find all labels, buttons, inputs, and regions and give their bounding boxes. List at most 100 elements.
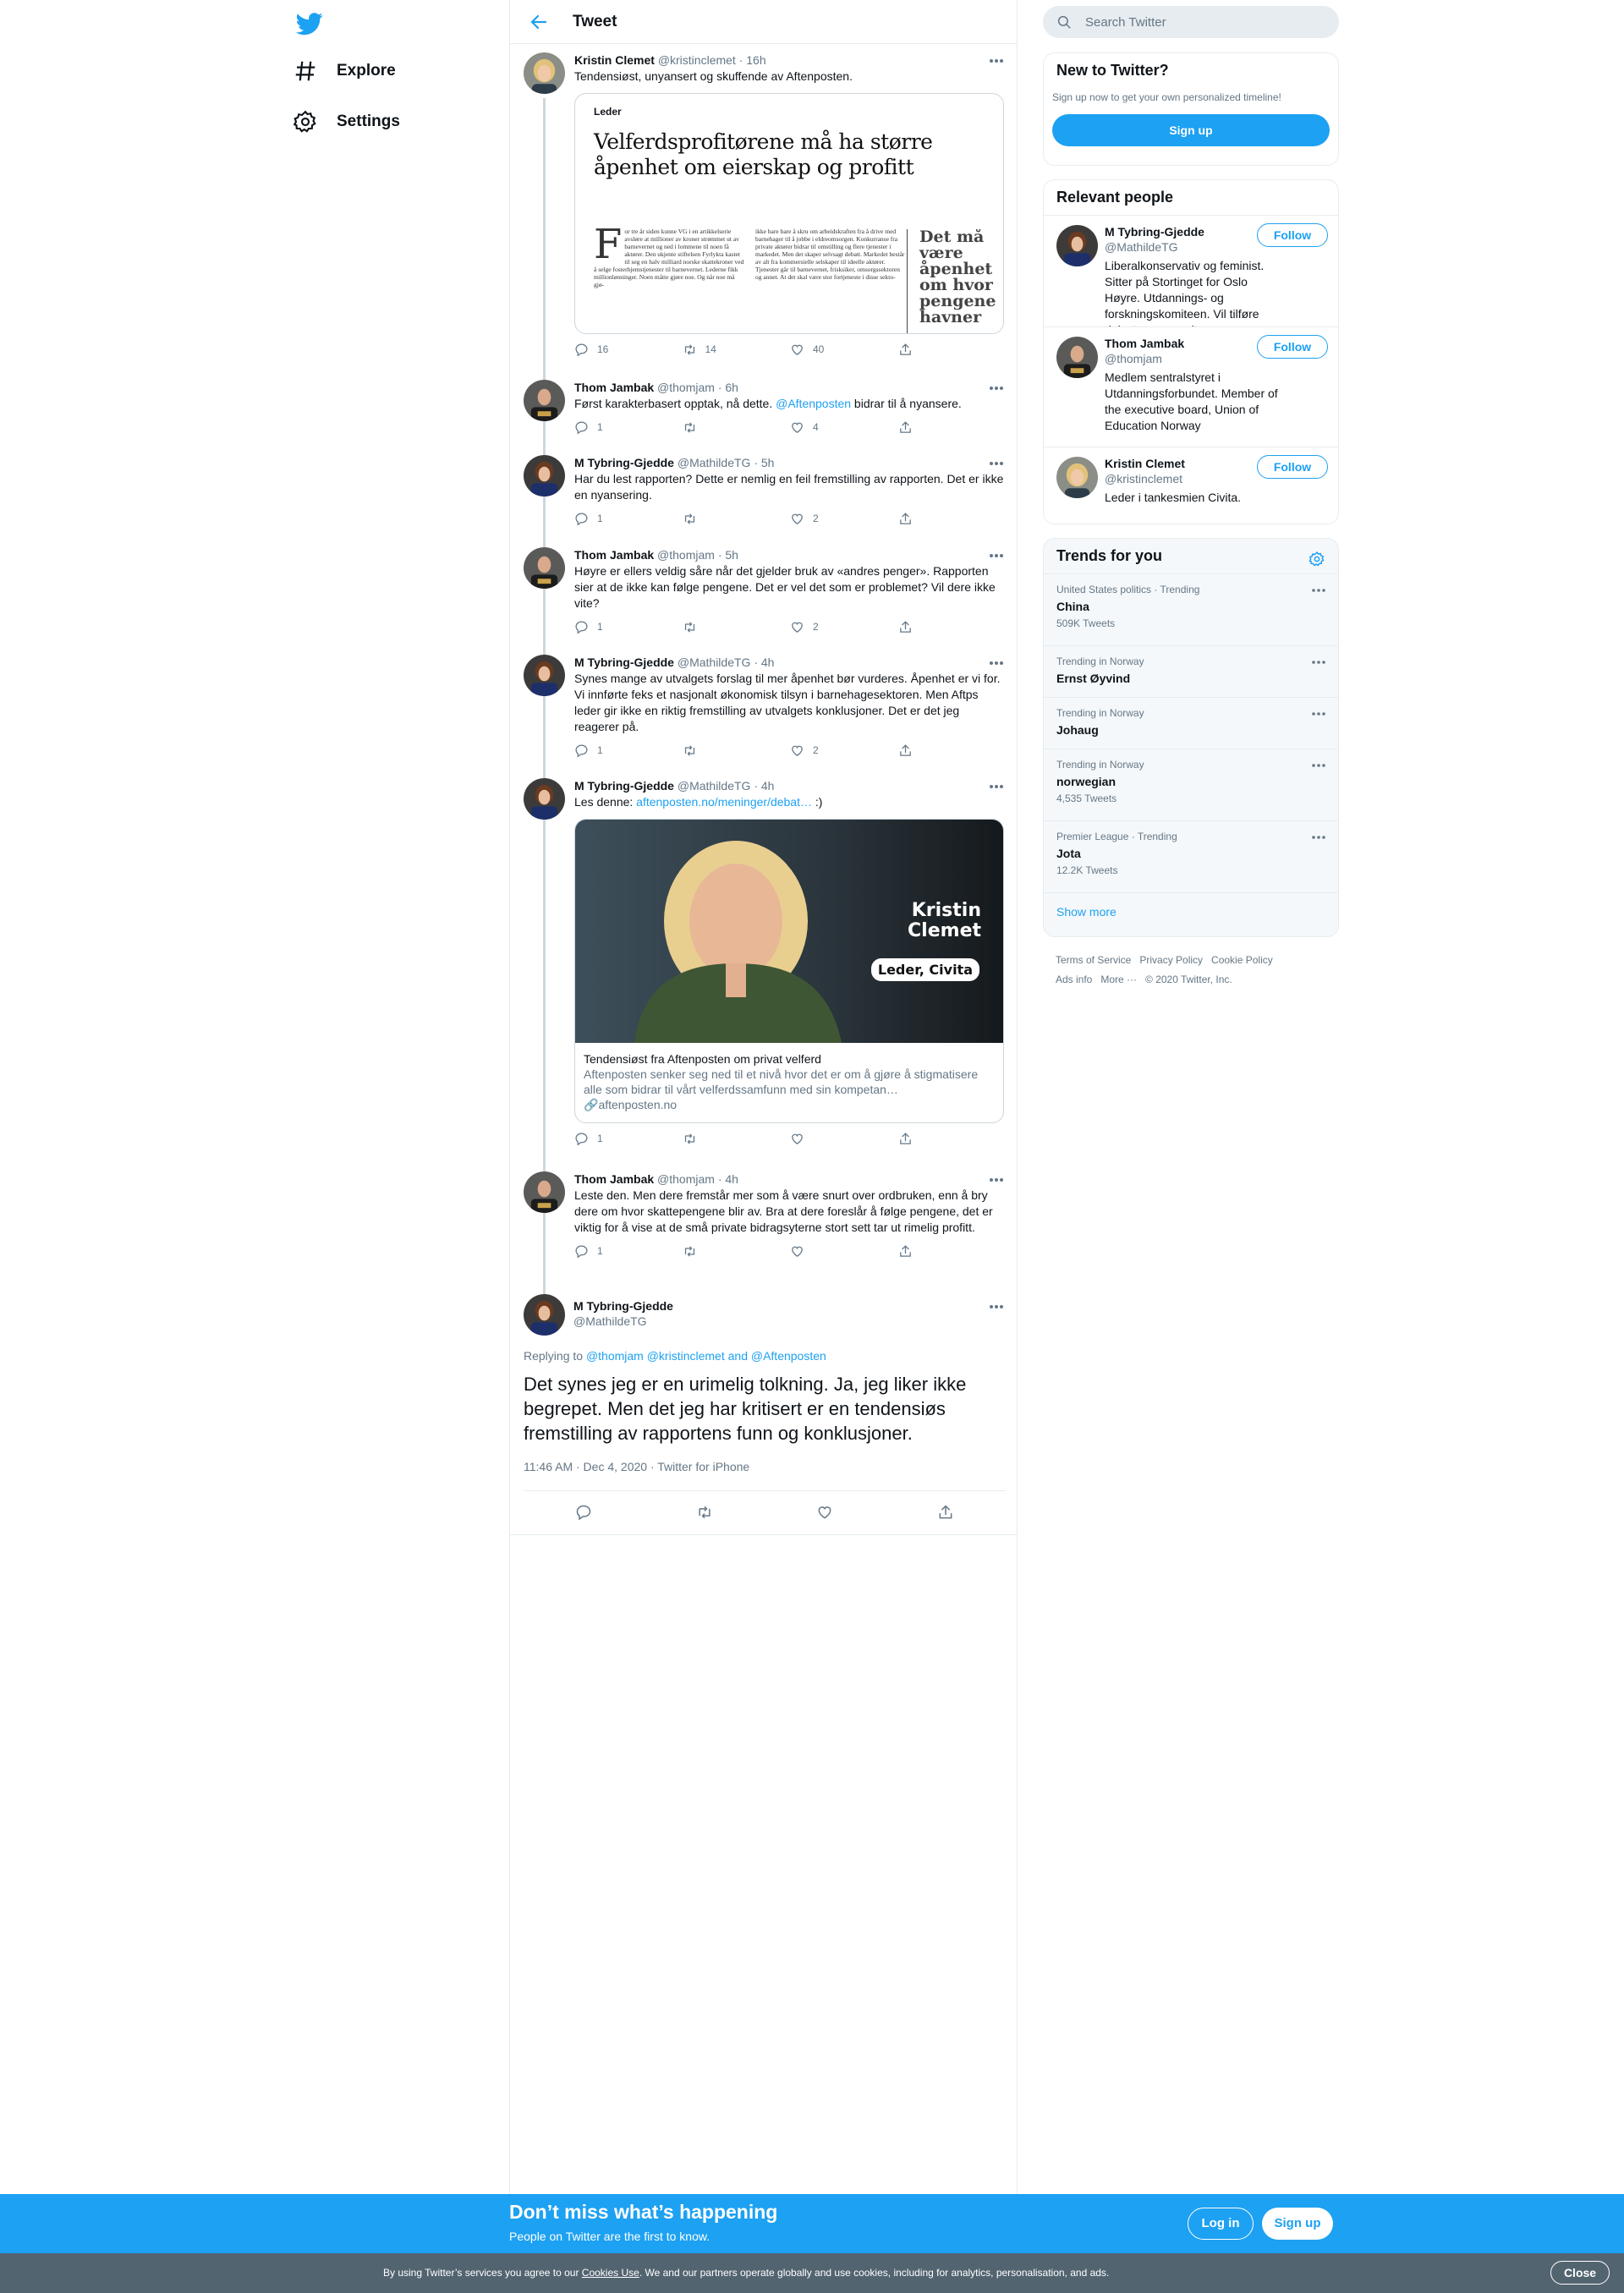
trend-item[interactable]: United States politics · Trending China … [1044,573,1338,645]
timestamp[interactable]: · 5h [754,456,774,469]
timestamp[interactable]: · 4h [754,656,774,669]
retweet-icon[interactable] [696,1504,713,1521]
search-box[interactable] [1043,6,1339,38]
retweet-button[interactable] [683,420,791,435]
author-handle[interactable]: @MathildeTG [678,779,751,793]
retweet-button[interactable] [683,1131,791,1146]
retweet-button[interactable]: 14 [683,342,791,357]
author-name[interactable]: Thom Jambak [574,381,654,394]
gear-icon[interactable] [1309,551,1325,568]
footer-ads[interactable]: Ads info [1056,974,1092,985]
more-options-icon[interactable] [1311,586,1326,595]
share-button[interactable] [898,342,1007,357]
avatar[interactable] [524,380,565,421]
share-button[interactable] [898,1243,1007,1259]
more-options-icon[interactable] [987,656,1006,670]
reply-button[interactable]: 1 [574,1243,683,1259]
like-button[interactable]: 2 [790,511,898,526]
back-arrow-icon[interactable] [529,12,549,32]
signup-button[interactable]: Sign up [1052,114,1330,146]
link-preview-card[interactable]: Kristin Clemet Leder, Civita Tendensiøst… [574,819,1004,1123]
banner-signup-button[interactable]: Sign up [1262,2208,1333,2240]
share-button[interactable] [898,619,1007,634]
thread-tweet[interactable]: Thom Jambak @thomjam · 5h Høyre er eller… [524,547,1006,634]
footer-terms[interactable]: Terms of Service [1056,954,1131,966]
author-handle[interactable]: @MathildeTG [573,1314,673,1329]
article-link[interactable]: aftenposten.no/meninger/debat… [636,795,812,809]
share-button[interactable] [898,1131,1007,1146]
reply-button[interactable]: 1 [574,619,683,634]
share-icon[interactable] [937,1504,954,1521]
like-button[interactable]: 40 [790,342,898,357]
thread-tweet[interactable]: M Tybring-Gjedde @MathildeTG · 4h Synes … [524,655,1006,758]
trend-item[interactable]: Premier League · Trending Jota 12.2K Twe… [1044,820,1338,892]
author-name[interactable]: M Tybring-Gjedde [574,656,674,669]
avatar[interactable] [524,1294,565,1336]
author-name[interactable]: Kristin Clemet [574,53,655,67]
follow-button[interactable]: Follow [1257,455,1328,479]
retweet-button[interactable] [683,511,791,526]
trend-item[interactable]: Trending in Norway Ernst Øyvind [1044,645,1338,697]
like-button[interactable]: 2 [790,743,898,758]
more-options-icon[interactable] [1311,761,1326,770]
avatar[interactable] [524,547,565,589]
reply-icon[interactable] [575,1504,592,1521]
author-name[interactable]: M Tybring-Gjedde [573,1298,673,1314]
trend-item[interactable]: Trending in Norway norwegian 4,535 Tweet… [1044,749,1338,820]
more-options-icon[interactable] [1311,658,1326,667]
login-button[interactable]: Log in [1188,2208,1254,2240]
more-options-icon[interactable] [987,549,1006,562]
person-card[interactable]: Kristin Clemet @kristinclemet Leder i ta… [1044,447,1338,516]
person-card[interactable]: M Tybring-Gjedde @MathildeTG Liberalkons… [1044,215,1338,337]
author-name[interactable]: Thom Jambak [574,548,654,562]
follow-button[interactable]: Follow [1257,223,1328,247]
retweet-button[interactable] [683,619,791,634]
author-handle[interactable]: @kristinclemet [658,53,736,67]
author-name[interactable]: M Tybring-Gjedde [574,779,674,793]
avatar[interactable] [524,455,565,496]
author-name[interactable]: Thom Jambak [574,1172,654,1186]
author-handle[interactable]: @thomjam [657,548,715,562]
share-button[interactable] [898,420,1007,435]
footer-cookie[interactable]: Cookie Policy [1211,954,1273,966]
avatar[interactable] [524,1171,565,1213]
nav-settings[interactable]: Settings [293,101,400,142]
timestamp[interactable]: · 6h [718,381,738,394]
avatar[interactable] [524,778,565,820]
author-name[interactable]: M Tybring-Gjedde [574,456,674,469]
share-button[interactable] [898,511,1007,526]
retweet-button[interactable] [683,743,791,758]
person-card[interactable]: Thom Jambak @thomjam Medlem sentralstyre… [1044,326,1338,447]
author-handle[interactable]: @thomjam [657,1172,715,1186]
cookies-use-link[interactable]: Cookies Use [582,2267,639,2279]
author-handle[interactable]: @thomjam [657,381,715,394]
thread-tweet[interactable]: Thom Jambak @thomjam · 4h Leste den. Men… [524,1171,1006,1259]
thread-tweet[interactable]: Thom Jambak @thomjam · 6h Først karakter… [524,380,1006,435]
follow-button[interactable]: Follow [1257,335,1328,359]
more-options-icon[interactable] [987,381,1006,395]
timestamp[interactable]: · 4h [754,779,774,793]
reply-button[interactable]: 16 [574,342,683,357]
nav-explore[interactable]: Explore [293,51,396,91]
reply-button[interactable]: 1 [574,1131,683,1146]
more-options-icon[interactable] [987,457,1006,470]
timestamp[interactable]: · 16h [739,53,766,67]
like-button[interactable]: 2 [790,619,898,634]
more-options-icon[interactable] [1311,833,1326,842]
avatar[interactable] [1056,457,1098,498]
thread-tweet[interactable]: M Tybring-Gjedde @MathildeTG · 5h Har du… [524,455,1006,526]
avatar[interactable] [1056,337,1098,378]
heart-icon[interactable] [816,1504,833,1521]
avatar[interactable] [524,655,565,696]
reply-button[interactable]: 1 [574,743,683,758]
thread-tweet[interactable]: Kristin Clemet @kristinclemet · 16h Tend… [524,52,1006,357]
show-more-link[interactable]: Show more [1044,892,1338,935]
footer-privacy[interactable]: Privacy Policy [1139,954,1203,966]
reply-button[interactable]: 1 [574,420,683,435]
thread-tweet[interactable]: M Tybring-Gjedde @MathildeTG · 4h Les de… [524,778,1006,1146]
more-options-icon[interactable] [987,1300,1006,1314]
author-handle[interactable]: @MathildeTG [678,656,751,669]
like-button[interactable]: 4 [790,420,898,435]
more-options-icon[interactable] [987,1173,1006,1187]
tweet-timestamp[interactable]: 11:46 AM · Dec 4, 2020 · Twitter for iPh… [524,1460,749,1473]
